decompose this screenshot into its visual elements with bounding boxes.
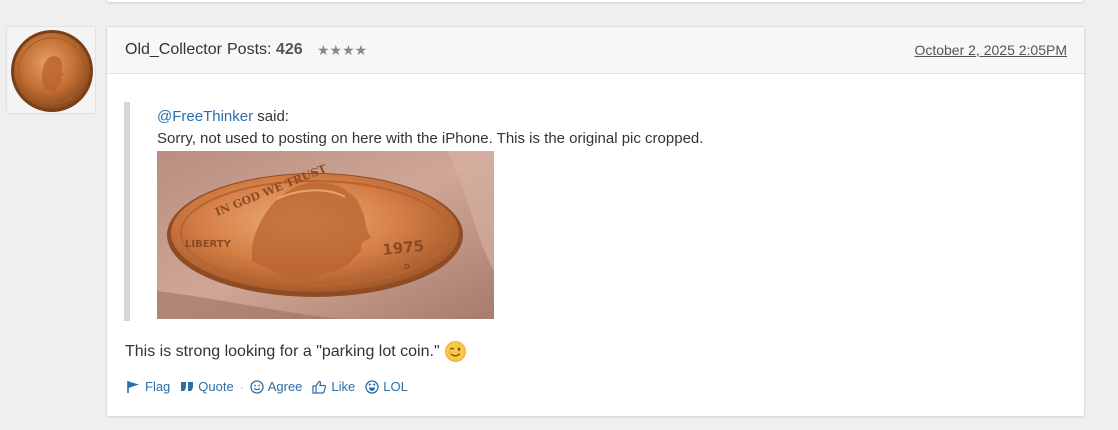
forum-post: Old_Collector Posts: 426 ★★★★ October 2,… [106,26,1085,417]
previous-post-card [106,0,1084,3]
quote-icon [181,382,194,391]
post-header: Old_Collector Posts: 426 ★★★★ October 2,… [107,27,1084,74]
quote-header: @FreeThinker said: [157,108,289,125]
post-actions: Flag Quote · Agree Like LOL [126,379,418,394]
laugh-icon [365,379,379,394]
action-separator: · [239,379,244,394]
posts-count: 426 [275,41,303,58]
post-count: Posts: 426 [227,41,303,59]
quote-text: Sorry, not used to posting on here with … [157,130,704,147]
quote-button[interactable]: Quote [180,379,234,394]
agree-label: Agree [267,379,303,394]
post-date-link[interactable]: October 2, 2025 2:05PM [914,42,1067,58]
quoted-coin-photo[interactable]: IN GOD WE TRUST LIBERTY 1975 D [157,151,494,319]
posts-label: Posts: [227,41,272,58]
winking-face-icon [444,341,466,362]
avatar-penny-image [11,30,93,112]
flag-icon [127,380,139,393]
post-message: This is strong looking for a "parking lo… [125,341,466,362]
coin-photo-svg: IN GOD WE TRUST LIBERTY 1975 D [157,151,494,319]
quote-said-label: said: [257,108,289,125]
agree-button[interactable]: Agree [250,379,303,394]
coin-liberty-text: LIBERTY [185,239,232,250]
username-link[interactable]: Old_Collector [125,41,222,59]
coin-mint-text: D [404,263,410,271]
quote-label: Quote [198,379,234,394]
like-label: Like [331,379,356,394]
smile-icon [250,379,264,394]
lol-button[interactable]: LOL [365,379,408,394]
flag-button[interactable]: Flag [126,379,170,394]
quoted-user-link[interactable]: @FreeThinker [157,108,253,125]
quote-block: @FreeThinker said: Sorry, not used to po… [124,102,703,321]
lol-label: LOL [383,379,408,394]
flag-label: Flag [145,379,171,394]
like-button[interactable]: Like [312,379,355,394]
rank-stars: ★★★★ [317,42,368,58]
avatar[interactable] [6,26,96,114]
thumbs-up-icon [312,380,327,394]
post-message-text: This is strong looking for a "parking lo… [125,342,440,360]
